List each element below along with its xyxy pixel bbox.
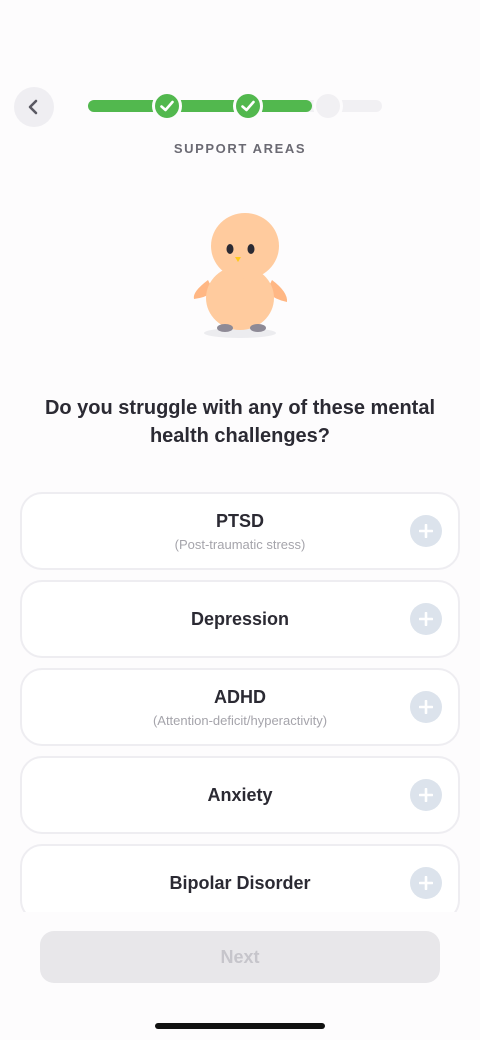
option-bipolar-disorder[interactable]: Bipolar Disorder <box>20 844 460 912</box>
checkmark-icon <box>160 100 174 112</box>
add-button[interactable] <box>410 515 442 547</box>
question-heading: Do you struggle with any of these mental… <box>44 397 436 447</box>
home-indicator[interactable] <box>155 1023 325 1029</box>
option-subtitle: (Post-traumatic stress) <box>174 536 306 552</box>
option-anxiety[interactable]: Anxiety <box>20 756 460 834</box>
options-list: PTSD (Post-traumatic stress) Depression … <box>20 492 460 912</box>
option-subtitle: (Attention-deficit/hyperactivity) <box>152 712 328 728</box>
option-title: PTSD <box>215 510 264 531</box>
progress-bar <box>88 91 382 121</box>
plus-icon <box>419 788 433 802</box>
option-title: Depression <box>190 608 290 629</box>
option-depression[interactable]: Depression <box>20 580 460 658</box>
option-title: Anxiety <box>207 784 273 805</box>
progress-fill <box>88 100 312 112</box>
option-title: Bipolar Disorder <box>169 872 311 893</box>
chevron-left-icon <box>28 99 38 115</box>
next-button[interactable]: Next <box>40 931 440 983</box>
add-button[interactable] <box>410 691 442 723</box>
step-label: SUPPORT AREAS <box>173 141 307 156</box>
mascot-illustration <box>193 213 288 338</box>
plus-icon <box>419 876 433 890</box>
option-adhd[interactable]: ADHD (Attention-deficit/hyperactivity) <box>20 668 460 746</box>
step-3-pending <box>313 91 343 121</box>
step-2-complete <box>233 91 263 121</box>
checkmark-icon <box>241 100 255 112</box>
support-areas-screen: SUPPORT AREAS Do you struggle with any o… <box>0 0 480 1040</box>
option-title: ADHD <box>214 686 266 707</box>
add-button[interactable] <box>410 867 442 899</box>
option-ptsd[interactable]: PTSD (Post-traumatic stress) <box>20 492 460 570</box>
add-button[interactable] <box>410 779 442 811</box>
plus-icon <box>419 700 433 714</box>
add-button[interactable] <box>410 603 442 635</box>
back-button[interactable] <box>14 87 54 127</box>
plus-icon <box>419 612 433 626</box>
step-1-complete <box>152 91 182 121</box>
plus-icon <box>419 524 433 538</box>
